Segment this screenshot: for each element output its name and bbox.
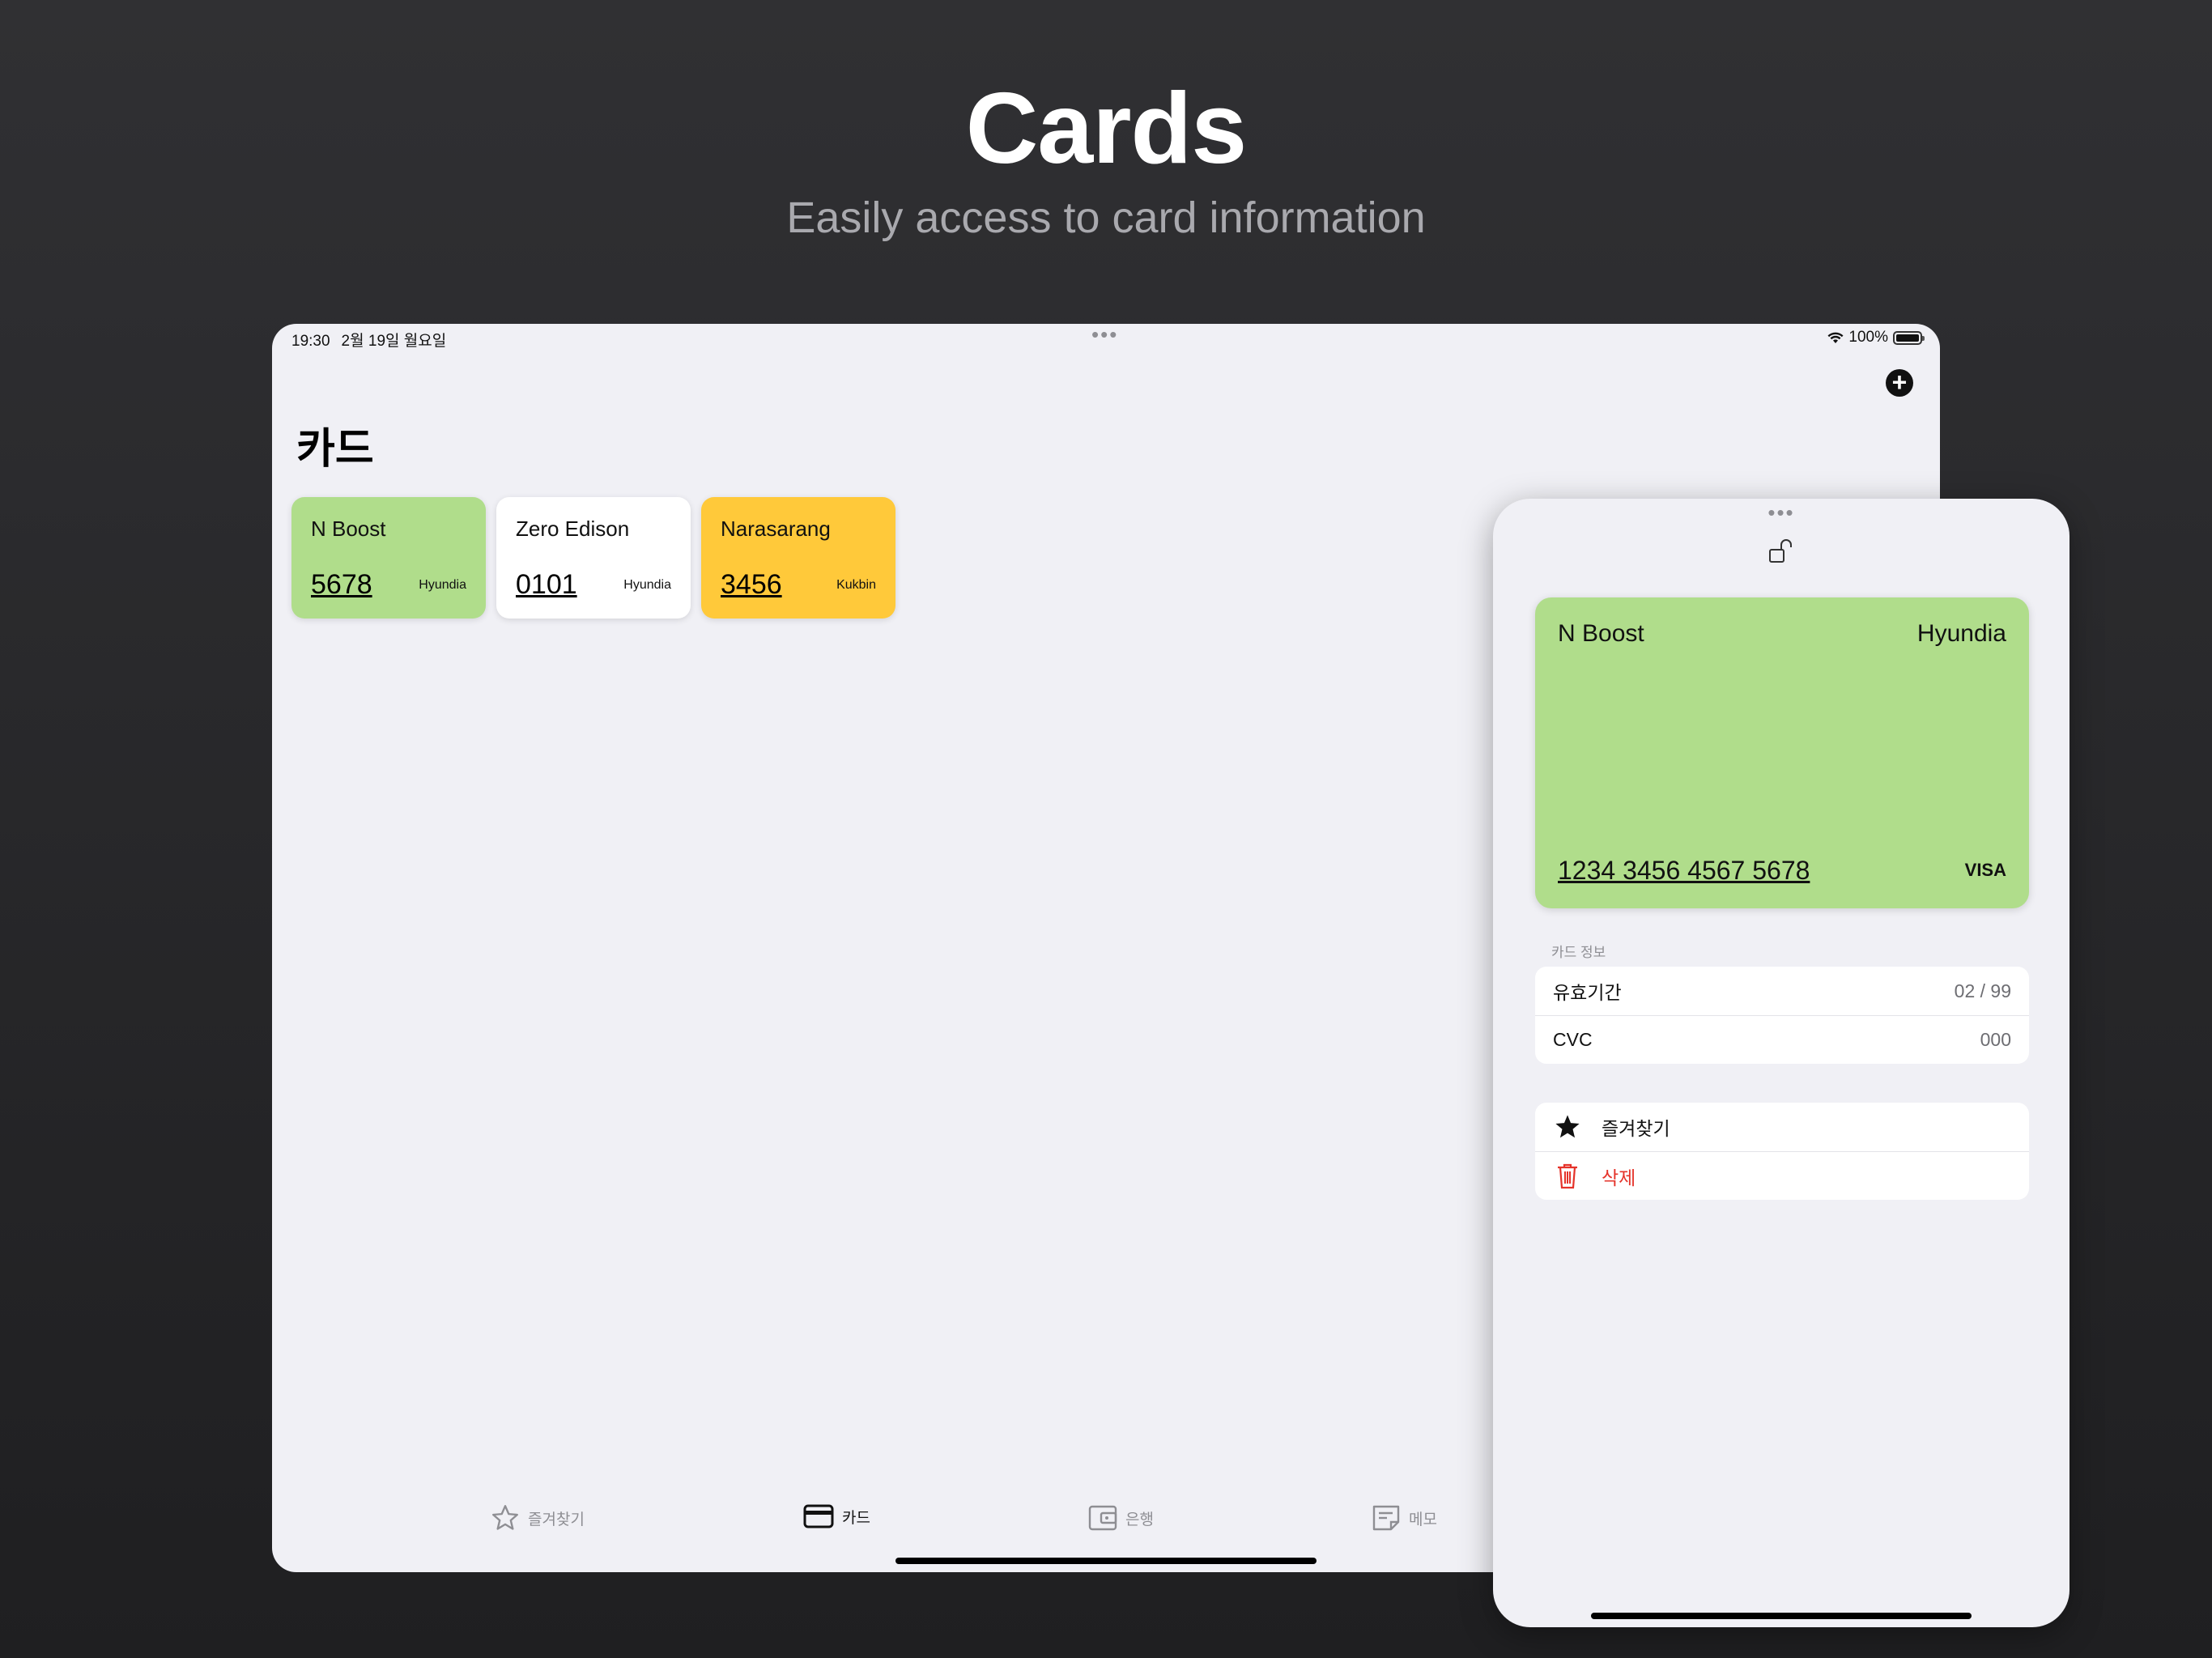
card-tile-issuer: Hyundia <box>623 578 671 592</box>
card-name: N Boost <box>1558 620 1644 647</box>
trash-icon <box>1553 1163 1582 1190</box>
card-info-group: 유효기간 02 / 99 CVC 000 <box>1535 967 2029 1064</box>
multitasking-dots-icon[interactable]: ••• <box>1091 324 1118 345</box>
tab-bank[interactable]: 은행 <box>1088 1504 1154 1532</box>
wallet-icon <box>1088 1504 1117 1532</box>
tab-favorites[interactable]: 즐겨찾기 <box>491 1504 585 1532</box>
row-label: CVC <box>1553 1029 1593 1050</box>
action-label: 즐겨찾기 <box>1602 1118 1670 1139</box>
delete-button[interactable]: 삭제 <box>1535 1151 2029 1200</box>
status-date: 2월 19일 월요일 <box>341 333 447 350</box>
action-label: 삭제 <box>1602 1167 1636 1188</box>
card-tile-name: N Boost <box>311 517 386 541</box>
card-detail-panel: ••• N Boost Hyundia 1234 3456 4567 5678 … <box>1493 499 2069 1627</box>
battery-percent: 100% <box>1848 329 1888 346</box>
status-clock: 19:30 <box>291 333 330 350</box>
tab-label: 카드 <box>842 1509 870 1527</box>
home-indicator[interactable] <box>1591 1613 1972 1619</box>
card-tile-name: Narasarang <box>721 517 831 541</box>
credit-card-icon <box>803 1504 834 1528</box>
status-time: 19:30 2월 19일 월요일 <box>291 329 446 351</box>
home-indicator[interactable] <box>895 1558 1317 1564</box>
row-value: 02 / 99 <box>1954 980 2011 1001</box>
card-tile-number: 0101 <box>516 569 577 600</box>
tab-memo[interactable]: 메모 <box>1372 1504 1437 1532</box>
card-number[interactable]: 1234 3456 4567 5678 <box>1558 856 1810 886</box>
row-value: 000 <box>1980 1029 2011 1050</box>
tab-label: 은행 <box>1125 1511 1154 1528</box>
status-indicators: 100% <box>1827 329 1925 346</box>
card-brand: VISA <box>1964 860 2006 880</box>
card-tile-issuer: Hyundia <box>419 578 466 592</box>
row-label: 유효기간 <box>1553 982 1622 1003</box>
tab-label: 메모 <box>1409 1511 1437 1528</box>
card-preview: N Boost Hyundia 1234 3456 4567 5678 VISA <box>1535 597 2029 908</box>
hero-subtitle: Easily access to card information <box>786 193 1426 242</box>
card-tile[interactable]: Narasarang 3456 Kukbin <box>701 497 895 619</box>
row-expiry[interactable]: 유효기간 02 / 99 <box>1535 967 2029 1015</box>
card-tile[interactable]: Zero Edison 0101 Hyundia <box>496 497 691 619</box>
battery-icon <box>1893 330 1925 345</box>
panel-grabber-dots-icon[interactable]: ••• <box>1493 502 2069 523</box>
add-card-button[interactable]: + <box>1886 369 1913 397</box>
row-cvc[interactable]: CVC 000 <box>1535 1015 2029 1064</box>
card-actions-group: 즐겨찾기 삭제 <box>1535 1103 2029 1200</box>
star-outline-icon <box>491 1504 520 1532</box>
card-issuer: Hyundia <box>1916 620 2006 647</box>
note-icon <box>1372 1504 1401 1532</box>
hero-title: Cards <box>965 73 1247 185</box>
card-tile[interactable]: N Boost 5678 Hyundia <box>291 497 486 619</box>
tab-label: 즐겨찾기 <box>528 1511 585 1528</box>
unlock-icon[interactable] <box>1767 538 1795 569</box>
star-filled-icon <box>1553 1114 1582 1140</box>
section-header-card-info: 카드 정보 <box>1551 945 1606 960</box>
card-tile-number: 5678 <box>311 569 372 600</box>
page-title: 카드 <box>296 426 374 473</box>
favorite-button[interactable]: 즐겨찾기 <box>1535 1103 2029 1151</box>
card-tile-name: Zero Edison <box>516 517 630 541</box>
wifi-icon <box>1827 332 1844 344</box>
plus-icon: + <box>1891 368 1908 397</box>
card-tile-issuer: Kukbin <box>836 578 876 592</box>
tab-cards[interactable]: 카드 <box>803 1504 870 1528</box>
card-tile-number: 3456 <box>721 569 782 600</box>
